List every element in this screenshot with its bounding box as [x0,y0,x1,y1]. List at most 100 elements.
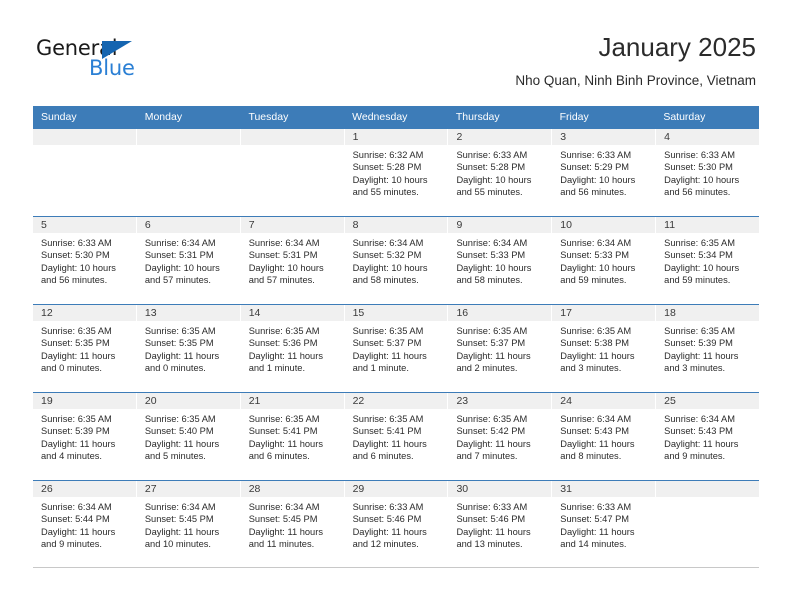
daylight-text-line2: and 4 minutes. [41,450,102,461]
daylight-text-line2: and 55 minutes. [456,186,523,197]
day-details: Sunrise: 6:34 AM Sunset: 5:33 PM Dayligh… [448,233,551,286]
sunset-text: Sunset: 5:46 PM [456,514,526,525]
daylight-text-line1: Daylight: 10 hours [456,262,532,273]
generalblue-logo[interactable]: General Blue [36,36,166,84]
day-number: 4 [656,129,760,145]
daylight-text-line1: Daylight: 10 hours [456,174,532,185]
day-number: 8 [344,217,448,233]
page-subtitle: Nho Quan, Ninh Binh Province, Vietnam [515,73,756,88]
sunset-text: Sunset: 5:33 PM [456,250,526,261]
day-details: Sunrise: 6:34 AM Sunset: 5:32 PM Dayligh… [345,233,448,286]
day-cell[interactable]: 20 Sunrise: 6:35 AM Sunset: 5:40 PM Dayl… [136,393,241,480]
daylight-text-line1: Daylight: 11 hours [144,526,220,537]
day-cell[interactable]: 17 Sunrise: 6:35 AM Sunset: 5:38 PM Dayl… [552,305,657,392]
day-cell[interactable]: 29 Sunrise: 6:33 AM Sunset: 5:46 PM Dayl… [344,481,449,567]
sunset-text: Sunset: 5:44 PM [41,514,110,525]
sunset-text: Sunset: 5:31 PM [144,250,214,261]
sunrise-text: Sunrise: 6:35 AM [352,414,424,424]
sunset-text: Sunset: 5:39 PM [664,338,733,349]
week-row: 5 Sunrise: 6:33 AM Sunset: 5:30 PM Dayli… [33,216,760,304]
day-number: 12 [33,305,136,321]
day-details: Sunrise: 6:35 AM Sunset: 5:34 PM Dayligh… [656,233,759,286]
day-cell[interactable]: 25 Sunrise: 6:34 AM Sunset: 5:43 PM Dayl… [656,393,760,480]
day-cell[interactable]: 11 Sunrise: 6:35 AM Sunset: 5:34 PM Dayl… [656,217,760,304]
day-cell[interactable]: 2 Sunrise: 6:33 AM Sunset: 5:28 PM Dayli… [448,129,553,216]
sunrise-text: Sunrise: 6:34 AM [560,414,632,424]
day-number: 15 [344,305,448,321]
day-number: 30 [448,481,552,497]
day-cell[interactable]: 22 Sunrise: 6:35 AM Sunset: 5:41 PM Dayl… [344,393,449,480]
sunset-text: Sunset: 5:30 PM [41,250,110,261]
day-cell[interactable]: 30 Sunrise: 6:33 AM Sunset: 5:46 PM Dayl… [448,481,553,567]
day-details: Sunrise: 6:33 AM Sunset: 5:46 PM Dayligh… [448,497,551,550]
daylight-text-line2: and 0 minutes. [144,362,206,373]
day-cell[interactable]: 28 Sunrise: 6:34 AM Sunset: 5:45 PM Dayl… [240,481,345,567]
daylight-text-line1: Daylight: 11 hours [560,438,635,449]
day-number: 20 [136,393,240,409]
day-details: Sunrise: 6:35 AM Sunset: 5:39 PM Dayligh… [656,321,759,374]
day-number: 28 [240,481,344,497]
day-cell[interactable]: 7 Sunrise: 6:34 AM Sunset: 5:31 PM Dayli… [240,217,345,304]
day-cell[interactable]: 16 Sunrise: 6:35 AM Sunset: 5:37 PM Dayl… [448,305,553,392]
day-cell[interactable]: 21 Sunrise: 6:35 AM Sunset: 5:41 PM Dayl… [240,393,345,480]
day-cell[interactable]: 26 Sunrise: 6:34 AM Sunset: 5:44 PM Dayl… [33,481,137,567]
day-details: Sunrise: 6:34 AM Sunset: 5:43 PM Dayligh… [552,409,655,462]
day-details [33,145,136,149]
week-row: 1 Sunrise: 6:32 AM Sunset: 5:28 PM Dayli… [33,128,760,216]
sunset-text: Sunset: 5:39 PM [41,426,110,437]
daylight-text-line2: and 55 minutes. [352,186,419,197]
sunrise-text: Sunrise: 6:35 AM [456,414,528,424]
sunset-text: Sunset: 5:35 PM [144,338,214,349]
day-number: 31 [552,481,656,497]
day-number [33,129,136,145]
day-cell[interactable]: 5 Sunrise: 6:33 AM Sunset: 5:30 PM Dayli… [33,217,137,304]
day-cell[interactable]: 27 Sunrise: 6:34 AM Sunset: 5:45 PM Dayl… [136,481,241,567]
day-cell[interactable] [240,129,345,216]
day-cell[interactable]: 3 Sunrise: 6:33 AM Sunset: 5:29 PM Dayli… [552,129,657,216]
day-cell[interactable]: 18 Sunrise: 6:35 AM Sunset: 5:39 PM Dayl… [656,305,760,392]
sunrise-text: Sunrise: 6:34 AM [41,502,112,512]
weekday-saturday: Saturday [663,111,706,123]
sunset-text: Sunset: 5:46 PM [352,514,422,525]
day-cell[interactable]: 12 Sunrise: 6:35 AM Sunset: 5:35 PM Dayl… [33,305,137,392]
sunrise-text: Sunrise: 6:34 AM [664,414,735,424]
daylight-text-line2: and 8 minutes. [560,450,622,461]
day-cell[interactable]: 15 Sunrise: 6:35 AM Sunset: 5:37 PM Dayl… [344,305,449,392]
day-cell[interactable]: 4 Sunrise: 6:33 AM Sunset: 5:30 PM Dayli… [656,129,760,216]
title-block: January 2025 Nho Quan, Ninh Binh Provinc… [515,30,756,90]
daylight-text-line2: and 6 minutes. [352,450,414,461]
day-cell[interactable]: 1 Sunrise: 6:32 AM Sunset: 5:28 PM Dayli… [344,129,449,216]
sunrise-text: Sunrise: 6:35 AM [144,414,216,424]
day-cell[interactable]: 13 Sunrise: 6:35 AM Sunset: 5:35 PM Dayl… [136,305,241,392]
day-cell[interactable]: 14 Sunrise: 6:35 AM Sunset: 5:36 PM Dayl… [240,305,345,392]
day-cell[interactable]: 23 Sunrise: 6:35 AM Sunset: 5:42 PM Dayl… [448,393,553,480]
day-number: 1 [344,129,448,145]
day-cell[interactable] [33,129,137,216]
day-cell[interactable]: 31 Sunrise: 6:33 AM Sunset: 5:47 PM Dayl… [552,481,657,567]
day-cell[interactable]: 9 Sunrise: 6:34 AM Sunset: 5:33 PM Dayli… [448,217,553,304]
sunrise-text: Sunrise: 6:34 AM [456,238,528,248]
sunrise-text: Sunrise: 6:35 AM [352,326,424,336]
day-cell[interactable]: 6 Sunrise: 6:34 AM Sunset: 5:31 PM Dayli… [136,217,241,304]
day-cell[interactable] [656,481,760,567]
day-details: Sunrise: 6:33 AM Sunset: 5:28 PM Dayligh… [448,145,551,198]
daylight-text-line2: and 14 minutes. [560,538,627,549]
day-cell[interactable] [136,129,241,216]
day-details [656,497,759,501]
calendar-page: General Blue January 2025 Nho Quan, Ninh… [0,0,792,612]
sunset-text: Sunset: 5:38 PM [560,338,630,349]
sunset-text: Sunset: 5:45 PM [144,514,214,525]
daylight-text-line1: Daylight: 11 hours [248,350,323,361]
daylight-text-line1: Daylight: 11 hours [560,526,635,537]
day-details: Sunrise: 6:35 AM Sunset: 5:41 PM Dayligh… [345,409,448,462]
day-details: Sunrise: 6:35 AM Sunset: 5:36 PM Dayligh… [241,321,344,374]
day-cell[interactable]: 24 Sunrise: 6:34 AM Sunset: 5:43 PM Dayl… [552,393,657,480]
day-cell[interactable]: 8 Sunrise: 6:34 AM Sunset: 5:32 PM Dayli… [344,217,449,304]
logo-text-blue: Blue [89,56,135,80]
day-cell[interactable]: 19 Sunrise: 6:35 AM Sunset: 5:39 PM Dayl… [33,393,137,480]
daylight-text-line1: Daylight: 11 hours [41,438,116,449]
day-cell[interactable]: 10 Sunrise: 6:34 AM Sunset: 5:33 PM Dayl… [552,217,657,304]
day-details [137,145,240,149]
daylight-text-line1: Daylight: 11 hours [456,526,531,537]
sunset-text: Sunset: 5:33 PM [560,250,630,261]
